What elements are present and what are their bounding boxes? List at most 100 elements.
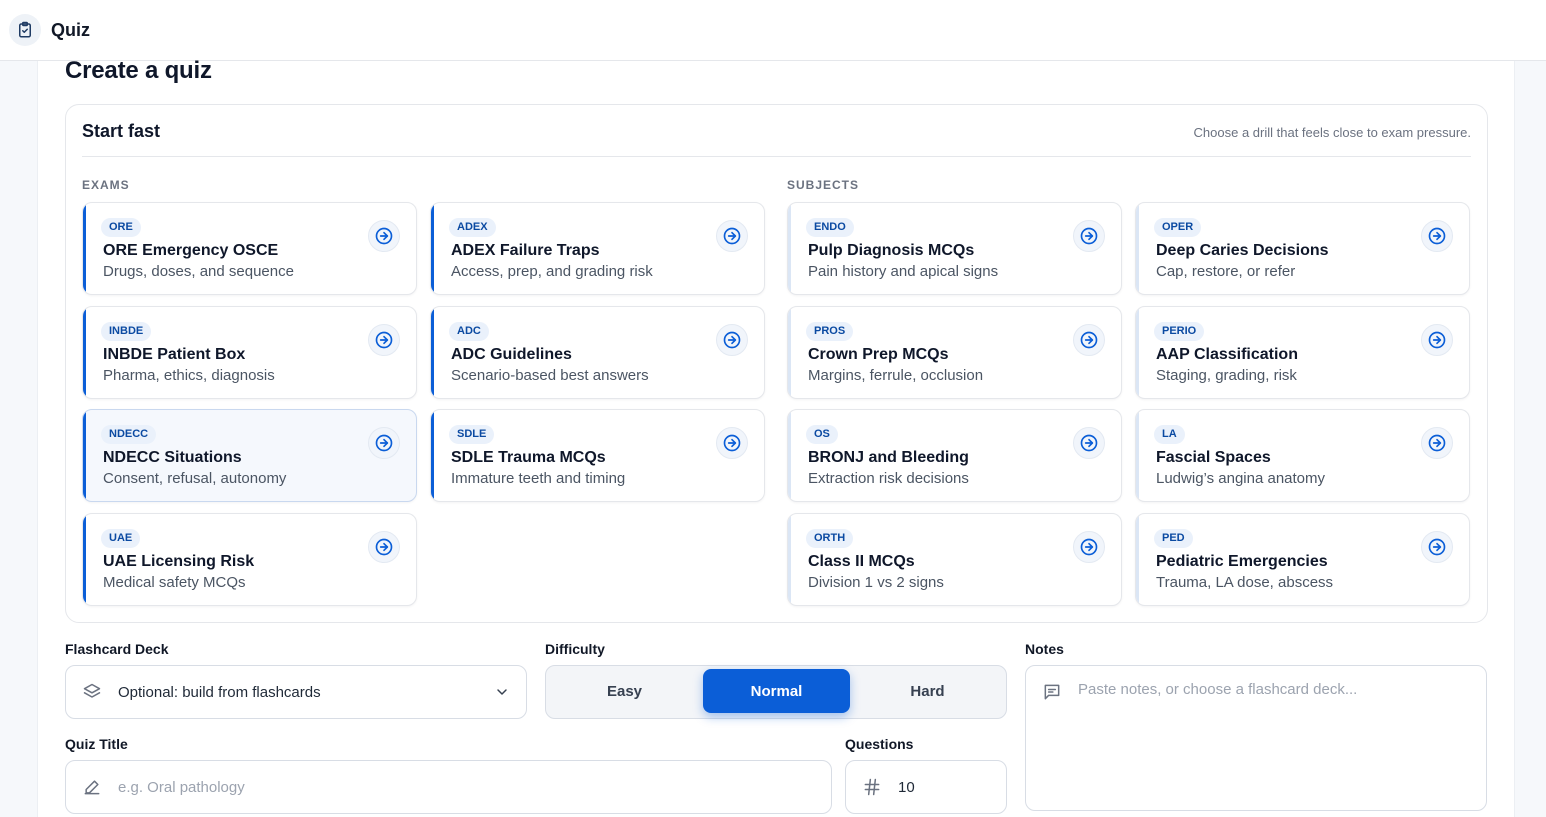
drill-subtitle: Immature teeth and timing xyxy=(451,470,626,487)
drill-tag: NDECC xyxy=(101,425,157,444)
difficulty-label: Difficulty xyxy=(545,641,605,657)
drill-card-ndecc[interactable]: NDECC NDECC Situations Consent, refusal,… xyxy=(82,409,417,502)
drill-card-oper[interactable]: OPER Deep Caries Decisions Cap, restore,… xyxy=(1135,202,1470,295)
drill-card-endo[interactable]: ENDO Pulp Diagnosis MCQs Pain history an… xyxy=(787,202,1122,295)
drill-tag: ENDO xyxy=(806,218,854,237)
pencil-icon xyxy=(82,777,102,797)
flashcard-deck-value: Optional: build from flashcards xyxy=(118,683,321,701)
drill-title: Crown Prep MCQs xyxy=(808,346,949,363)
hash-icon xyxy=(862,777,882,797)
drill-title: ADEX Failure Traps xyxy=(451,242,600,259)
drill-title: ORE Emergency OSCE xyxy=(103,242,279,259)
layers-icon xyxy=(82,682,102,702)
app-title: Quiz xyxy=(51,19,90,40)
drill-title: Pediatric Emergencies xyxy=(1156,553,1328,570)
drill-title: Fascial Spaces xyxy=(1156,449,1271,466)
message-square-icon xyxy=(1042,682,1062,702)
arrow-right-circle-icon[interactable] xyxy=(368,220,400,252)
drill-subtitle: Trauma, LA dose, abscess xyxy=(1156,574,1334,591)
page-title: Create a quiz xyxy=(65,57,212,84)
drill-card-adex[interactable]: ADEX ADEX Failure Traps Access, prep, an… xyxy=(430,202,765,295)
arrow-right-circle-icon[interactable] xyxy=(1421,531,1453,563)
notes-label: Notes xyxy=(1025,641,1064,657)
drill-tag: PED xyxy=(1154,529,1193,548)
flashcard-deck-label: Flashcard Deck xyxy=(65,641,169,657)
drill-tag: OS xyxy=(806,425,838,444)
drill-title: INBDE Patient Box xyxy=(103,346,246,363)
start-fast-section: Start fast Choose a drill that feels clo… xyxy=(65,104,1488,623)
drill-card-ore[interactable]: ORE ORE Emergency OSCE Drugs, doses, and… xyxy=(82,202,417,295)
arrow-right-circle-icon[interactable] xyxy=(1073,531,1105,563)
arrow-right-circle-icon[interactable] xyxy=(368,427,400,459)
drill-subtitle: Pharma, ethics, diagnosis xyxy=(103,367,275,384)
difficulty-normal-option[interactable]: Normal xyxy=(703,669,850,713)
drill-subtitle: Extraction risk decisions xyxy=(808,470,969,487)
drill-card-uae[interactable]: UAE UAE Licensing Risk Medical safety MC… xyxy=(82,513,417,606)
drill-subtitle: Division 1 vs 2 signs xyxy=(808,574,944,591)
drill-tag: SDLE xyxy=(449,425,495,444)
drill-subtitle: Staging, grading, risk xyxy=(1156,367,1297,384)
drill-card-sdle[interactable]: SDLE SDLE Trauma MCQs Immature teeth and… xyxy=(430,409,765,502)
quiz-title-input[interactable] xyxy=(118,778,831,796)
drill-card-os[interactable]: OS BRONJ and Bleeding Extraction risk de… xyxy=(787,409,1122,502)
questions-field xyxy=(845,760,1097,814)
arrow-right-circle-icon[interactable] xyxy=(368,324,400,356)
start-fast-hint: Choose a drill that feels close to exam … xyxy=(1193,125,1471,140)
flashcard-deck-select[interactable]: Optional: build from flashcards xyxy=(65,665,527,719)
drill-subtitle: Medical safety MCQs xyxy=(103,574,246,591)
difficulty-hard-option[interactable]: Hard xyxy=(854,669,1001,713)
drill-card-adc[interactable]: ADC ADC Guidelines Scenario-based best a… xyxy=(430,306,765,399)
drill-tag: UAE xyxy=(101,529,141,548)
drill-card-inbde[interactable]: INBDE INBDE Patient Box Pharma, ethics, … xyxy=(82,306,417,399)
drill-tag: ORE xyxy=(101,218,141,237)
drill-title: NDECC Situations xyxy=(103,449,242,466)
difficulty-easy-option[interactable]: Easy xyxy=(551,669,698,713)
drill-title: UAE Licensing Risk xyxy=(103,553,255,570)
top-bar: Quiz xyxy=(0,0,1546,61)
start-fast-title: Start fast xyxy=(82,121,161,141)
drill-subtitle: Ludwig’s angina anatomy xyxy=(1156,470,1326,487)
drill-tag: OPER xyxy=(1154,218,1202,237)
drill-subtitle: Cap, restore, or refer xyxy=(1156,263,1296,280)
arrow-right-circle-icon[interactable] xyxy=(1073,220,1105,252)
drill-tag: ORTH xyxy=(806,529,854,548)
questions-input[interactable] xyxy=(898,778,1097,796)
arrow-right-circle-icon[interactable] xyxy=(716,220,748,252)
drill-subtitle: Drugs, doses, and sequence xyxy=(103,263,294,280)
arrow-right-circle-icon[interactable] xyxy=(1073,324,1105,356)
subjects-group-label: SUBJECTS xyxy=(787,178,860,192)
drill-title: ADC Guidelines xyxy=(451,346,572,363)
drill-tag: PROS xyxy=(806,322,854,341)
arrow-right-circle-icon[interactable] xyxy=(1073,427,1105,459)
arrow-right-circle-icon[interactable] xyxy=(1421,427,1453,459)
drill-card-perio[interactable]: PERIO AAP Classification Staging, gradin… xyxy=(1135,306,1470,399)
drill-card-la[interactable]: LA Fascial Spaces Ludwig’s angina anatom… xyxy=(1135,409,1470,502)
drill-title: SDLE Trauma MCQs xyxy=(451,449,606,466)
drill-title: AAP Classification xyxy=(1156,346,1298,363)
drill-subtitle: Pain history and apical signs xyxy=(808,263,999,280)
arrow-right-circle-icon[interactable] xyxy=(368,531,400,563)
arrow-right-circle-icon[interactable] xyxy=(716,427,748,459)
chevron-down-icon xyxy=(494,684,510,700)
drill-card-ped[interactable]: PED Pediatric Emergencies Trauma, LA dos… xyxy=(1135,513,1470,606)
arrow-right-circle-icon[interactable] xyxy=(1421,220,1453,252)
drill-title: Class II MCQs xyxy=(808,553,915,570)
questions-label: Questions xyxy=(845,736,914,752)
drill-title: Deep Caries Decisions xyxy=(1156,242,1329,259)
difficulty-toggle: Easy Normal Hard xyxy=(545,665,1007,719)
quiz-title-field xyxy=(65,760,832,814)
arrow-right-circle-icon[interactable] xyxy=(1421,324,1453,356)
drill-tag: ADC xyxy=(449,322,489,341)
drill-subtitle: Access, prep, and grading risk xyxy=(451,263,653,280)
drill-card-pros[interactable]: PROS Crown Prep MCQs Margins, ferrule, o… xyxy=(787,306,1122,399)
drill-subtitle: Margins, ferrule, occlusion xyxy=(808,367,984,384)
arrow-right-circle-icon[interactable] xyxy=(716,324,748,356)
divider xyxy=(82,156,1471,157)
drill-tag: INBDE xyxy=(101,322,152,341)
drill-title: Pulp Diagnosis MCQs xyxy=(808,242,975,259)
drill-card-orth[interactable]: ORTH Class II MCQs Division 1 vs 2 signs xyxy=(787,513,1122,606)
notes-textarea[interactable] xyxy=(1078,681,1468,791)
drill-tag: PERIO xyxy=(1154,322,1205,341)
drill-subtitle: Consent, refusal, autonomy xyxy=(103,470,287,487)
drill-tag: LA xyxy=(1154,425,1185,444)
